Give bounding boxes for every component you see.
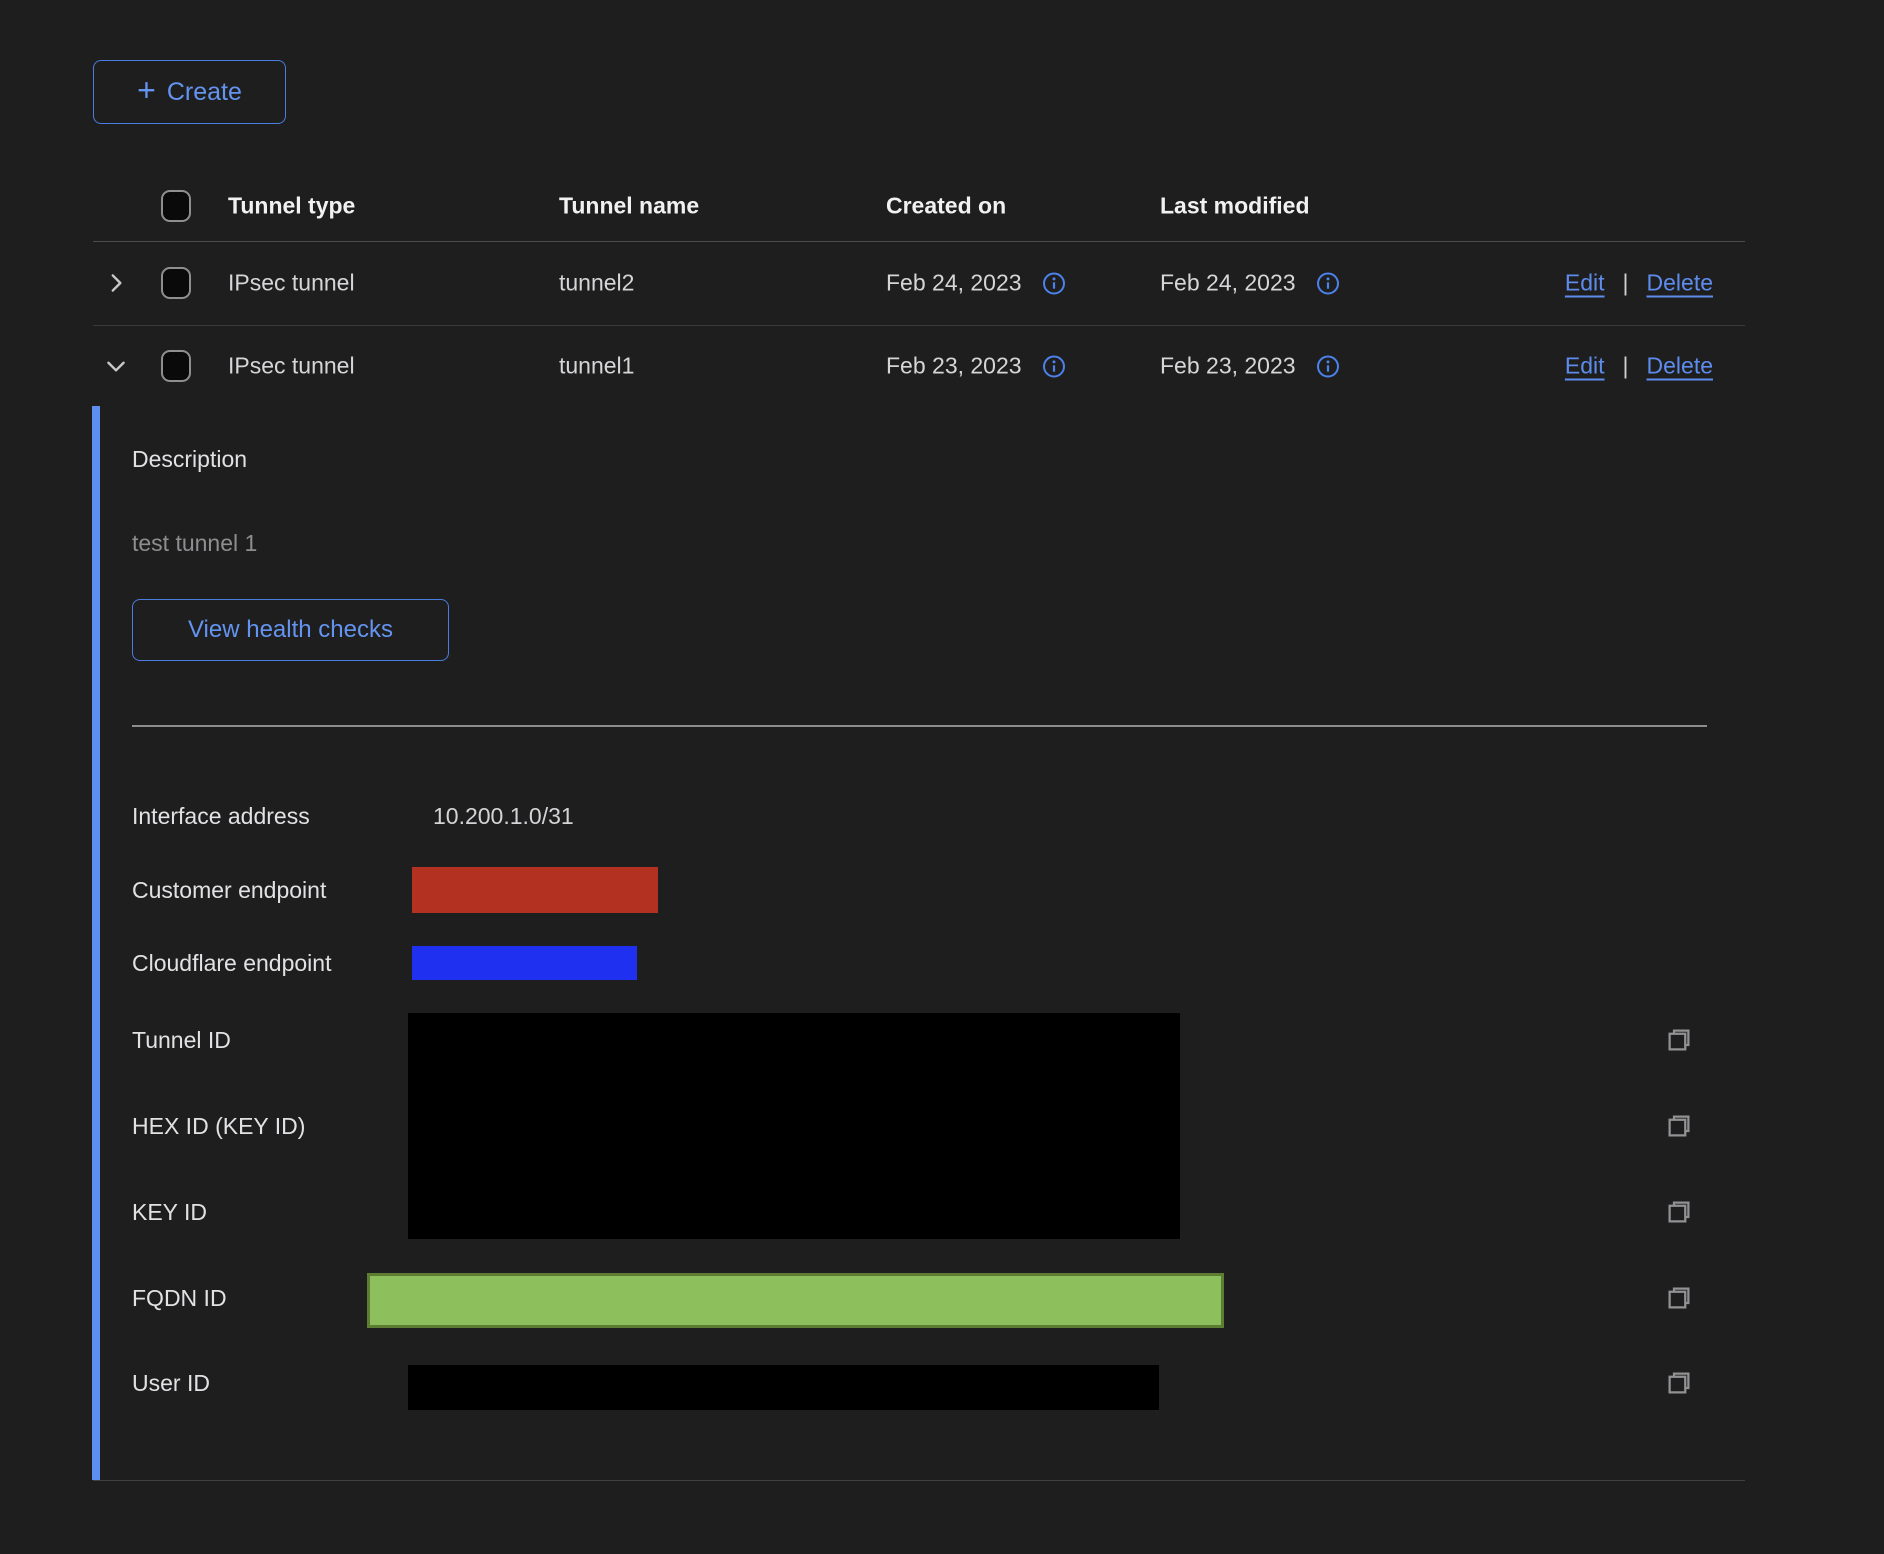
delete-link[interactable]: Delete [1647,353,1713,380]
created-on-value: Feb 23, 2023 [886,353,1022,380]
row-actions: Edit | Delete [1565,270,1713,297]
panel-divider [132,725,1707,727]
copy-icon[interactable] [1664,1111,1694,1141]
column-header-last-modified: Last modified [1160,192,1310,219]
row-checkbox[interactable] [161,350,191,382]
row-checkbox[interactable] [161,267,191,299]
customer-endpoint-redacted-value [412,867,658,913]
action-separator: | [1623,353,1629,380]
row-actions: Edit | Delete [1565,353,1713,380]
copy-icon[interactable] [1664,1197,1694,1227]
column-header-tunnel-name: Tunnel name [559,192,699,219]
tunnel-name-cell: tunnel1 [559,353,634,380]
interface-address-label: Interface address [132,802,310,830]
tunnel-type-cell: IPsec tunnel [228,270,355,297]
edit-link[interactable]: Edit [1565,270,1605,297]
copy-icon[interactable] [1664,1368,1694,1398]
view-health-checks-button[interactable]: View health checks [132,599,449,661]
info-circle-icon[interactable] [1042,354,1066,378]
edit-link[interactable]: Edit [1565,353,1605,380]
select-all-checkbox[interactable] [161,190,191,222]
delete-link[interactable]: Delete [1647,270,1713,297]
ipsec-tunnels-page: + Create Tunnel type Tunnel name Created… [0,0,1884,1554]
user-id-label: User ID [132,1369,210,1397]
tunnel-id-label: Tunnel ID [132,1026,231,1054]
interface-address-value: 10.200.1.0/31 [433,802,574,830]
last-modified-cell: Feb 24, 2023 [1160,270,1340,297]
created-on-cell: Feb 24, 2023 [886,270,1066,297]
chevron-right-icon[interactable] [103,270,129,296]
copy-icon[interactable] [1664,1025,1694,1055]
plus-icon: + [137,74,156,106]
fqdn-id-label: FQDN ID [132,1284,227,1312]
info-circle-icon[interactable] [1042,271,1066,295]
table-header: Tunnel type Tunnel name Created on Last … [93,170,1745,241]
tunnel-ids-redacted-value [408,1013,1180,1239]
tunnel-name-cell: tunnel2 [559,270,634,297]
table-row-tunnel2: IPsec tunnel tunnel2 Feb 24, 2023 Feb 24… [93,241,1745,325]
fqdn-id-redacted-value [367,1273,1224,1328]
cloudflare-endpoint-label: Cloudflare endpoint [132,949,331,977]
description-label: Description [132,445,247,473]
last-modified-cell: Feb 23, 2023 [1160,353,1340,380]
column-header-tunnel-type: Tunnel type [228,192,355,219]
tunnel-type-cell: IPsec tunnel [228,353,355,380]
create-button-label: Create [167,78,242,107]
last-modified-value: Feb 24, 2023 [1160,270,1296,297]
expanded-row-accent-bar [92,406,100,1480]
last-modified-value: Feb 23, 2023 [1160,353,1296,380]
created-on-cell: Feb 23, 2023 [886,353,1066,380]
column-header-created-on: Created on [886,192,1006,219]
action-separator: | [1623,270,1629,297]
view-health-checks-label: View health checks [188,616,393,644]
info-circle-icon[interactable] [1316,271,1340,295]
copy-icon[interactable] [1664,1283,1694,1313]
cloudflare-endpoint-redacted-value [412,946,637,980]
description-value: test tunnel 1 [132,529,257,557]
customer-endpoint-label: Customer endpoint [132,876,326,904]
table-row-tunnel1: IPsec tunnel tunnel1 Feb 23, 2023 Feb 23… [93,326,1745,406]
table-bottom-divider [93,1480,1745,1481]
hex-id-label: HEX ID (KEY ID) [132,1112,305,1140]
create-button[interactable]: + Create [93,60,286,124]
key-id-label: KEY ID [132,1198,207,1226]
created-on-value: Feb 24, 2023 [886,270,1022,297]
user-id-redacted-value [408,1365,1159,1410]
chevron-down-icon[interactable] [103,353,129,379]
info-circle-icon[interactable] [1316,354,1340,378]
